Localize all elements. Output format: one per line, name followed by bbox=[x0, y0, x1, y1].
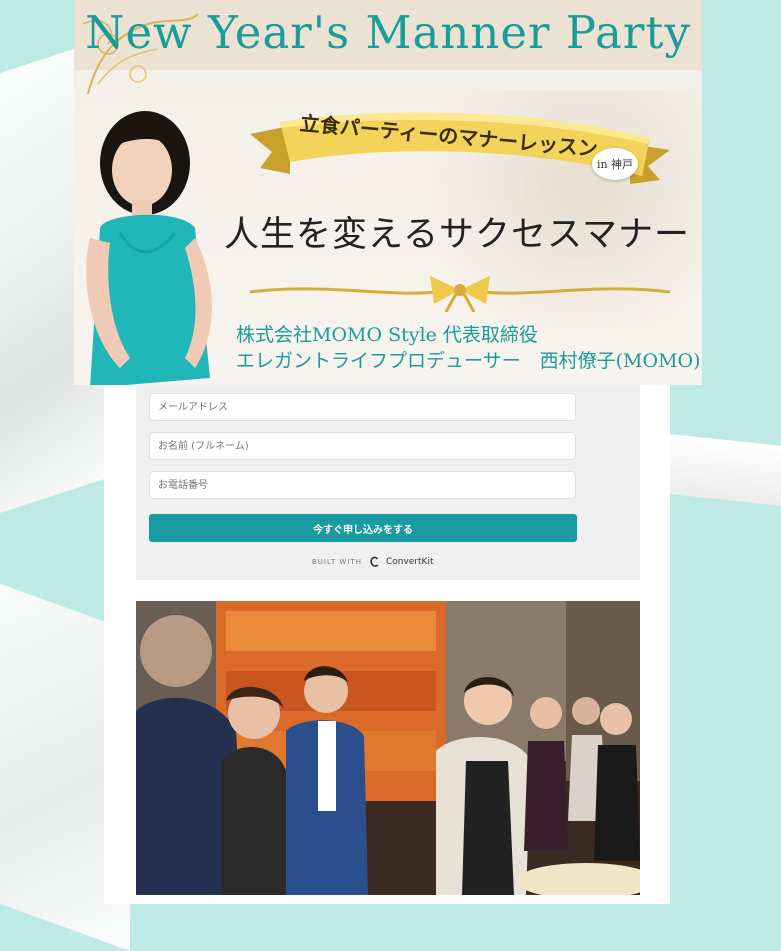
event-photo bbox=[136, 601, 640, 895]
convertkit-icon bbox=[370, 556, 379, 567]
convertkit-label: ConvertKit bbox=[385, 557, 434, 567]
gold-bow-icon bbox=[250, 276, 670, 312]
presenter-name: エレガントライフプロデューサー 西村僚子(MOMO) bbox=[236, 350, 701, 372]
phone-field[interactable] bbox=[149, 471, 576, 499]
submit-button[interactable]: 今すぐ申し込みをする bbox=[149, 514, 577, 542]
background-ribbon bbox=[661, 433, 781, 507]
main-heading: 人生を変えるサクセスマナー bbox=[224, 215, 690, 255]
name-field[interactable] bbox=[149, 432, 576, 460]
company-title: 株式会社MOMO Style 代表取締役 bbox=[236, 324, 538, 346]
email-field[interactable] bbox=[149, 393, 576, 421]
hero-banner: New Year's Manner Party 立食パーティーのマナーレッスン … bbox=[74, 0, 702, 385]
location-badge: in 神戸 bbox=[592, 148, 638, 180]
built-with-label: BUILT WITH bbox=[312, 558, 362, 566]
built-with-badge[interactable]: BUILT WITH ConvertKit bbox=[312, 556, 433, 568]
hero-title: New Year's Manner Party bbox=[85, 6, 691, 59]
